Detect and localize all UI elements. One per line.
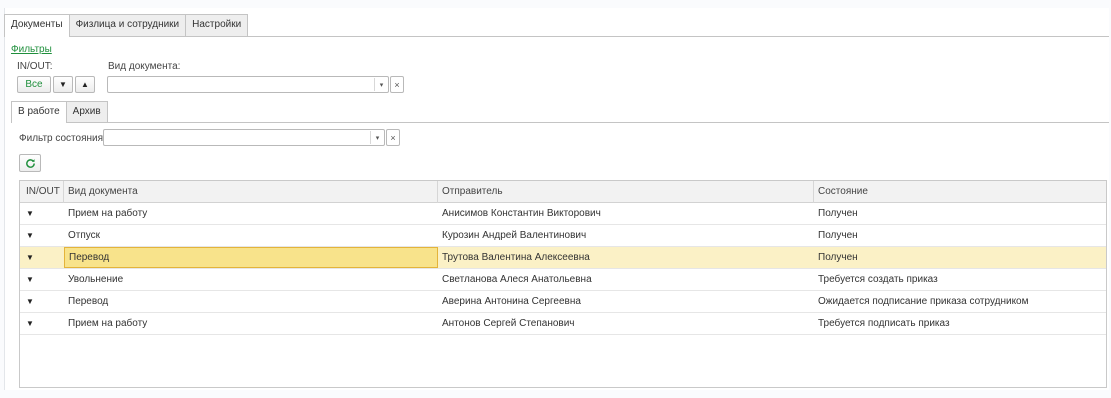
sub-tabs: В работе Архив xyxy=(11,101,108,123)
column-sender[interactable]: Отправитель xyxy=(438,181,814,203)
outgoing-button[interactable]: ▲ xyxy=(75,76,95,93)
column-inout[interactable]: IN/OUT xyxy=(20,181,64,203)
direction-incoming-icon: ▼ xyxy=(26,209,34,218)
table-row-selected[interactable]: ▼ Перевод Трутова Валентина Алексеевна П… xyxy=(20,247,1106,269)
cell-state: Ожидается подписание приказа сотрудником xyxy=(818,296,1029,307)
doc-type-select[interactable]: ▾ × xyxy=(107,76,404,93)
inout-button-group: Все ▼ ▲ xyxy=(17,76,97,93)
table-row[interactable]: ▼ Отпуск Курозин Андрей Валентинович Пол… xyxy=(20,225,1106,247)
cell-sender: Трутова Валентина Алексеевна xyxy=(442,252,590,263)
doc-type-label: Вид документа: xyxy=(108,61,181,72)
cell-sender: Антонов Сергей Степанович xyxy=(442,318,575,329)
tab-settings[interactable]: Настройки xyxy=(185,14,249,36)
state-filter-dropdown-icon[interactable]: ▾ xyxy=(370,131,384,144)
refresh-icon xyxy=(25,158,35,168)
table-row[interactable]: ▼ Прием на работу Анисимов Константин Ви… xyxy=(20,203,1106,225)
arrow-down-icon: ▼ xyxy=(59,80,67,89)
tab-archive[interactable]: Архив xyxy=(65,101,108,122)
cell-doc-type: Прием на работу xyxy=(68,318,148,329)
sub-tab-divider xyxy=(11,122,1109,123)
documents-table: IN/OUT Вид документа Отправитель Состоян… xyxy=(19,180,1107,388)
column-state[interactable]: Состояние xyxy=(814,181,1106,203)
cell-state: Получен xyxy=(818,208,858,219)
cell-doc-type: Прием на работу xyxy=(68,208,148,219)
tab-documents[interactable]: Документы xyxy=(4,14,70,37)
tab-persons-employees[interactable]: Физлица и сотрудники xyxy=(68,14,187,36)
doc-type-dropdown-icon[interactable]: ▾ xyxy=(374,78,388,91)
inout-label: IN/OUT: xyxy=(17,61,53,72)
direction-incoming-icon: ▼ xyxy=(26,253,34,262)
direction-incoming-icon: ▼ xyxy=(26,319,34,328)
cell-sender: Аверина Антонина Сергеевна xyxy=(442,296,581,307)
table-row[interactable]: ▼ Увольнение Светланова Алеся Анатольевн… xyxy=(20,269,1106,291)
column-doc-type[interactable]: Вид документа xyxy=(64,181,438,203)
tab-in-progress[interactable]: В работе xyxy=(11,101,67,123)
direction-incoming-icon: ▼ xyxy=(26,275,34,284)
top-tabs: Документы Физлица и сотрудники Настройки xyxy=(4,14,249,37)
cell-doc-type: Перевод xyxy=(68,296,109,307)
cell-sender: Анисимов Константин Викторович xyxy=(442,208,601,219)
cell-state: Требуется подписать приказ xyxy=(818,318,950,329)
cell-doc-type: Увольнение xyxy=(68,274,124,285)
cell-state: Получен xyxy=(818,252,858,263)
arrow-up-icon: ▲ xyxy=(81,80,89,89)
cell-state: Требуется создать приказ xyxy=(818,274,938,285)
direction-incoming-icon: ▼ xyxy=(26,231,34,240)
table-row[interactable]: ▼ Прием на работу Антонов Сергей Степано… xyxy=(20,313,1106,335)
direction-incoming-icon: ▼ xyxy=(26,297,34,306)
table-header: IN/OUT Вид документа Отправитель Состоян… xyxy=(20,181,1106,203)
cell-state: Получен xyxy=(818,230,858,241)
incoming-button[interactable]: ▼ xyxy=(53,76,73,93)
table-row[interactable]: ▼ Перевод Аверина Антонина Сергеевна Ожи… xyxy=(20,291,1106,313)
state-filter-label: Фильтр состояния: xyxy=(19,133,106,144)
state-filter-clear-icon[interactable]: × xyxy=(386,129,400,146)
state-filter-select[interactable]: ▾ × xyxy=(103,129,400,146)
cell-doc-type: Отпуск xyxy=(68,230,101,241)
doc-type-clear-icon[interactable]: × xyxy=(390,76,404,93)
filters-link[interactable]: Фильтры xyxy=(11,44,52,55)
all-button[interactable]: Все xyxy=(17,76,51,93)
cell-sender: Светланова Алеся Анатольевна xyxy=(442,274,592,285)
refresh-button[interactable] xyxy=(19,154,41,172)
cell-sender: Курозин Андрей Валентинович xyxy=(442,230,587,241)
cell-doc-type-focused[interactable]: Перевод xyxy=(64,247,438,268)
top-tab-divider xyxy=(4,36,1109,37)
